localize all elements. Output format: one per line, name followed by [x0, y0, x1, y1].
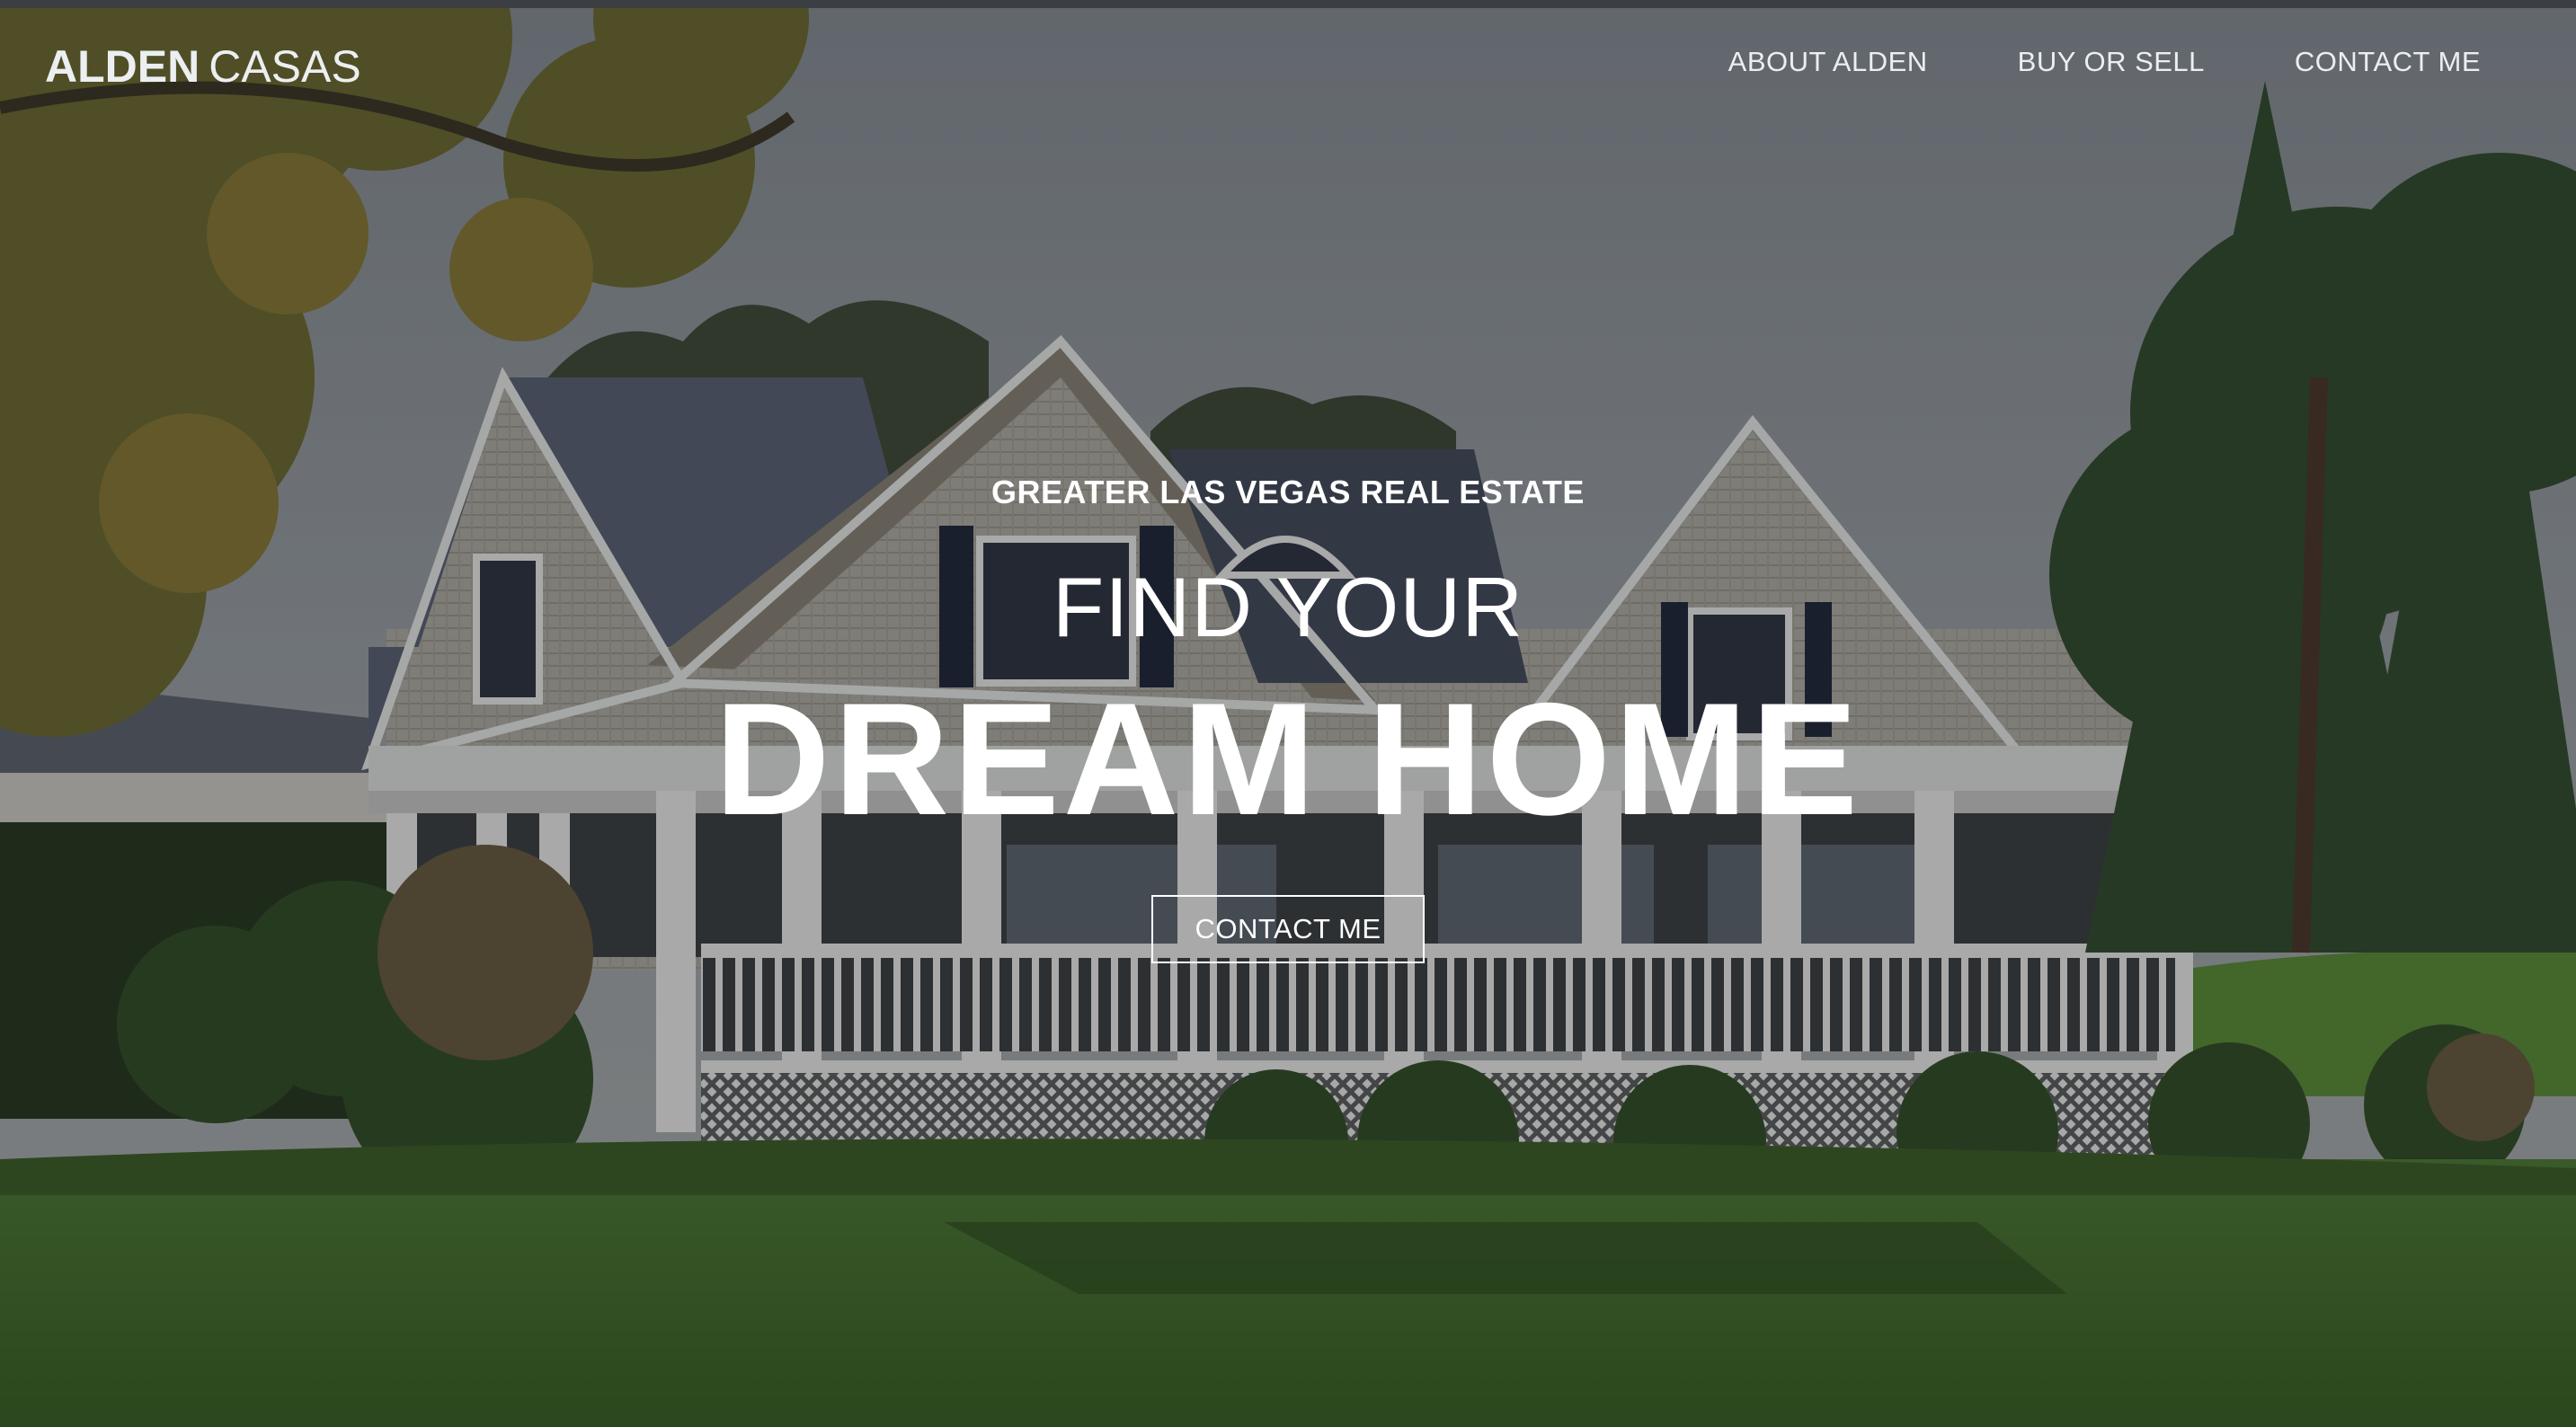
- nav-link-about[interactable]: ABOUT ALDEN: [1728, 42, 1928, 82]
- contact-me-button[interactable]: CONTACT ME: [1151, 895, 1425, 963]
- hero-headline-bold: DREAM HOME: [714, 669, 1862, 848]
- nav-link-buy-or-sell[interactable]: BUY OR SELL: [2018, 42, 2205, 82]
- nav-link-contact[interactable]: CONTACT ME: [2295, 42, 2481, 82]
- hero-headline-light: FIND YOUR: [1052, 560, 1524, 654]
- nav-links: ABOUT ALDEN BUY OR SELL CONTACT ME: [1728, 42, 2481, 82]
- hero-eyebrow: GREATER LAS VEGAS REAL ESTATE: [991, 474, 1585, 510]
- landing-page: ALDEN CASAS ABOUT ALDEN BUY OR SELL CONTA…: [0, 0, 2576, 1427]
- brand-logo[interactable]: ALDEN CASAS: [45, 40, 361, 93]
- top-edge-strip: [0, 0, 2576, 8]
- hero-section: GREATER LAS VEGAS REAL ESTATE FIND YOUR …: [0, 0, 2576, 1427]
- cta-wrapper: CONTACT ME: [0, 895, 2576, 963]
- brand-name-light: CASAS: [209, 41, 361, 92]
- brand-name-bold: ALDEN: [45, 41, 200, 92]
- navbar: ALDEN CASAS ABOUT ALDEN BUY OR SELL CONTA…: [0, 8, 2576, 116]
